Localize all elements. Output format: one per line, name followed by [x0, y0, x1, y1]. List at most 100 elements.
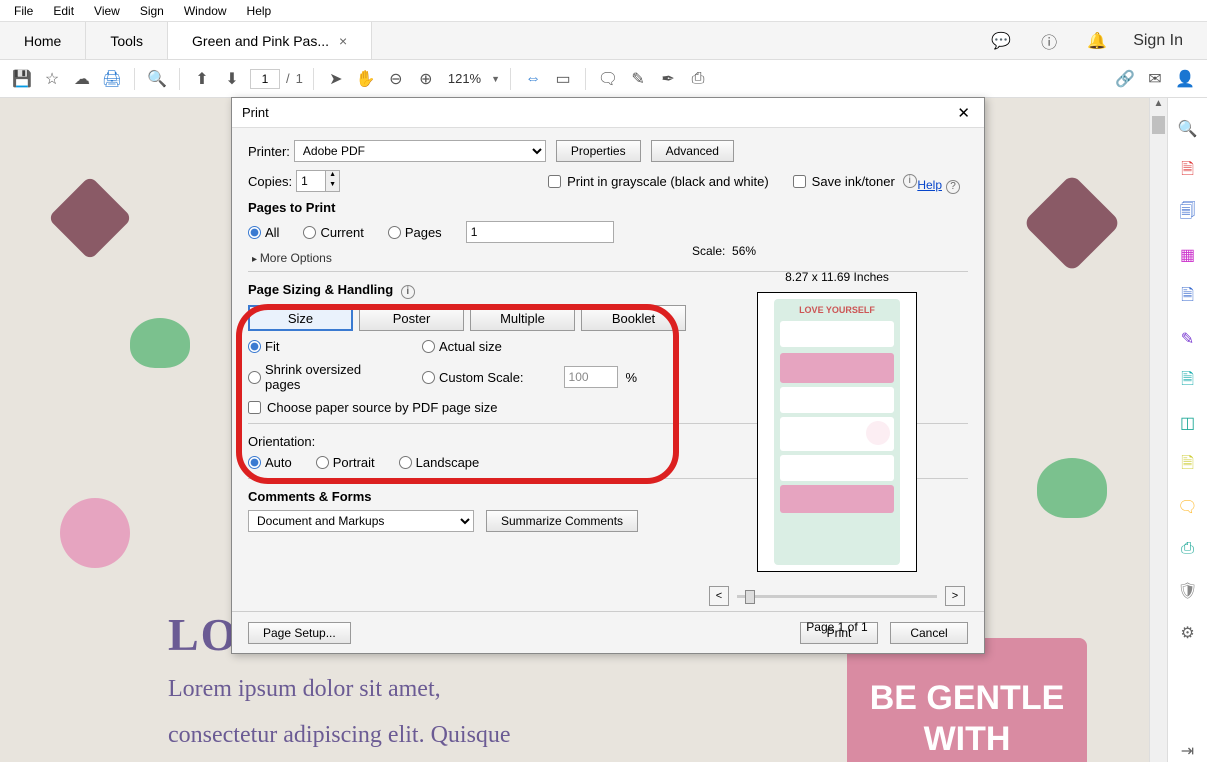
menu-bar: File Edit View Sign Window Help [0, 0, 1207, 22]
poster-mode-button[interactable]: Poster [359, 305, 464, 331]
paper-size-label: 8.27 x 11.69 Inches [692, 270, 982, 284]
comment-tool-icon[interactable]: 🗨 [1177, 496, 1199, 518]
page-setup-button[interactable]: Page Setup... [248, 622, 351, 644]
landscape-radio[interactable] [399, 456, 412, 469]
select-icon[interactable]: ➤ [324, 67, 348, 91]
pages-range-input[interactable] [466, 221, 614, 243]
advanced-button[interactable]: Advanced [651, 140, 734, 162]
page-number-input[interactable] [250, 69, 280, 89]
zoom-in-icon[interactable]: ⊕ [414, 67, 438, 91]
pages-to-print-title: Pages to Print [248, 200, 968, 215]
page-up-icon[interactable]: ⬆ [190, 67, 214, 91]
actual-radio[interactable] [422, 340, 435, 353]
comments-forms-select[interactable]: Document and Markups [248, 510, 474, 532]
menu-view[interactable]: View [84, 2, 130, 20]
export-pdf-icon[interactable]: ▦ [1177, 244, 1199, 266]
fill-sign-icon[interactable]: ✎ [1177, 328, 1199, 350]
link-icon[interactable]: 🔗 [1113, 67, 1137, 91]
star-icon[interactable]: ☆ [40, 67, 64, 91]
multiple-mode-button[interactable]: Multiple [470, 305, 575, 331]
page-total-label: 1 [296, 71, 303, 86]
grayscale-checkbox[interactable] [548, 175, 561, 188]
edit-pdf-icon[interactable]: 🗐 [1177, 202, 1199, 224]
menu-file[interactable]: File [4, 2, 43, 20]
save-icon[interactable]: 💾 [10, 67, 34, 91]
print-icon[interactable]: 🖨 [100, 67, 124, 91]
help-link[interactable]: Help? [917, 178, 960, 194]
fit-width-icon[interactable]: ⇔ [521, 67, 545, 91]
fit-page-icon[interactable]: ▭ [551, 67, 575, 91]
highlight-icon[interactable]: ✎ [626, 67, 650, 91]
help-icon[interactable]: ⓘ [1037, 29, 1061, 53]
summarize-comments-button[interactable]: Summarize Comments [486, 510, 638, 532]
booklet-mode-button[interactable]: Booklet [581, 305, 686, 331]
organize-icon[interactable]: 🗎 [1177, 286, 1199, 308]
copies-stepper[interactable]: ▲▼ [296, 170, 340, 192]
portrait-radio[interactable] [316, 456, 329, 469]
combine-icon[interactable]: 🗎 [1177, 370, 1199, 392]
collapse-sidebar-icon[interactable]: ⇥ [1177, 740, 1199, 762]
tab-document[interactable]: Green and Pink Pas... × [168, 22, 372, 59]
tab-tools[interactable]: Tools [86, 22, 168, 59]
mail-icon[interactable]: ✉ [1143, 67, 1167, 91]
dialog-close-icon[interactable]: ✕ [953, 104, 974, 122]
person-icon[interactable]: 👤 [1173, 67, 1197, 91]
saveink-label: Save ink/toner [812, 174, 895, 189]
preview-prev-button[interactable]: < [709, 586, 729, 606]
preview-slider[interactable] [737, 595, 937, 598]
auto-radio[interactable] [248, 456, 261, 469]
choose-paper-label: Choose paper source by PDF page size [267, 400, 498, 415]
print-dialog: Print ✕ Help? Printer: Adobe PDF Propert… [231, 97, 985, 654]
saveink-info-icon[interactable]: i [903, 174, 917, 188]
copies-input[interactable] [297, 171, 325, 191]
all-radio[interactable] [248, 226, 261, 239]
saveink-checkbox[interactable] [793, 175, 806, 188]
share-icon[interactable]: ⎙ [1177, 538, 1199, 560]
vertical-scrollbar[interactable]: ▲ [1149, 98, 1167, 762]
menu-help[interactable]: Help [237, 2, 282, 20]
custom-scale-input[interactable] [564, 366, 618, 388]
bell-icon[interactable]: 🔔 [1085, 29, 1109, 53]
grayscale-label: Print in grayscale (black and white) [567, 174, 769, 189]
hand-icon[interactable]: ✋ [354, 67, 378, 91]
tab-bar: Home Tools Green and Pink Pas... × 💬 ⓘ 🔔… [0, 22, 1207, 60]
menu-edit[interactable]: Edit [43, 2, 84, 20]
preview-next-button[interactable]: > [945, 586, 965, 606]
protect-icon[interactable]: 🛡 [1177, 580, 1199, 602]
sizing-info-icon[interactable]: i [401, 285, 415, 299]
size-mode-button[interactable]: Size [248, 305, 353, 331]
search-tool-icon[interactable]: 🔍 [1177, 118, 1199, 140]
fit-radio[interactable] [248, 340, 261, 353]
sign-icon[interactable]: ✒ [656, 67, 680, 91]
menu-sign[interactable]: Sign [130, 2, 174, 20]
cloud-icon[interactable]: ☁ [70, 67, 94, 91]
zoom-level-label[interactable]: 121% [448, 71, 481, 86]
printer-select[interactable]: Adobe PDF [294, 140, 546, 162]
choose-paper-checkbox[interactable] [248, 401, 261, 414]
comment-icon[interactable]: 🗨 [596, 67, 620, 91]
custom-radio[interactable] [422, 371, 435, 384]
redact-icon[interactable]: 🗎 [1177, 454, 1199, 476]
scale-label: Scale: [692, 244, 725, 258]
create-pdf-icon[interactable]: 🗎 [1177, 160, 1199, 182]
sign-in-link[interactable]: Sign In [1133, 32, 1183, 50]
scale-value: 56% [732, 244, 756, 258]
current-radio[interactable] [303, 226, 316, 239]
preview-page-label: Page 1 of 1 [692, 620, 982, 634]
zoom-out-icon[interactable]: ⊖ [384, 67, 408, 91]
pages-radio[interactable] [388, 226, 401, 239]
stamp-icon[interactable]: ⎙ [686, 67, 710, 91]
tab-home[interactable]: Home [0, 22, 86, 59]
shrink-radio[interactable] [248, 371, 261, 384]
menu-window[interactable]: Window [174, 2, 237, 20]
compress-icon[interactable]: ◫ [1177, 412, 1199, 434]
printer-label: Printer: [248, 144, 290, 159]
more-tools-icon[interactable]: ⚙ [1177, 622, 1199, 644]
tab-close-icon[interactable]: × [339, 33, 347, 49]
message-icon[interactable]: 💬 [989, 29, 1013, 53]
sizing-title: Page Sizing & Handling [248, 282, 393, 297]
find-icon[interactable]: 🔍 [145, 67, 169, 91]
properties-button[interactable]: Properties [556, 140, 641, 162]
print-preview-pane: Scale: 56% 8.27 x 11.69 Inches LOVE YOUR… [692, 244, 982, 555]
page-down-icon[interactable]: ⬇ [220, 67, 244, 91]
